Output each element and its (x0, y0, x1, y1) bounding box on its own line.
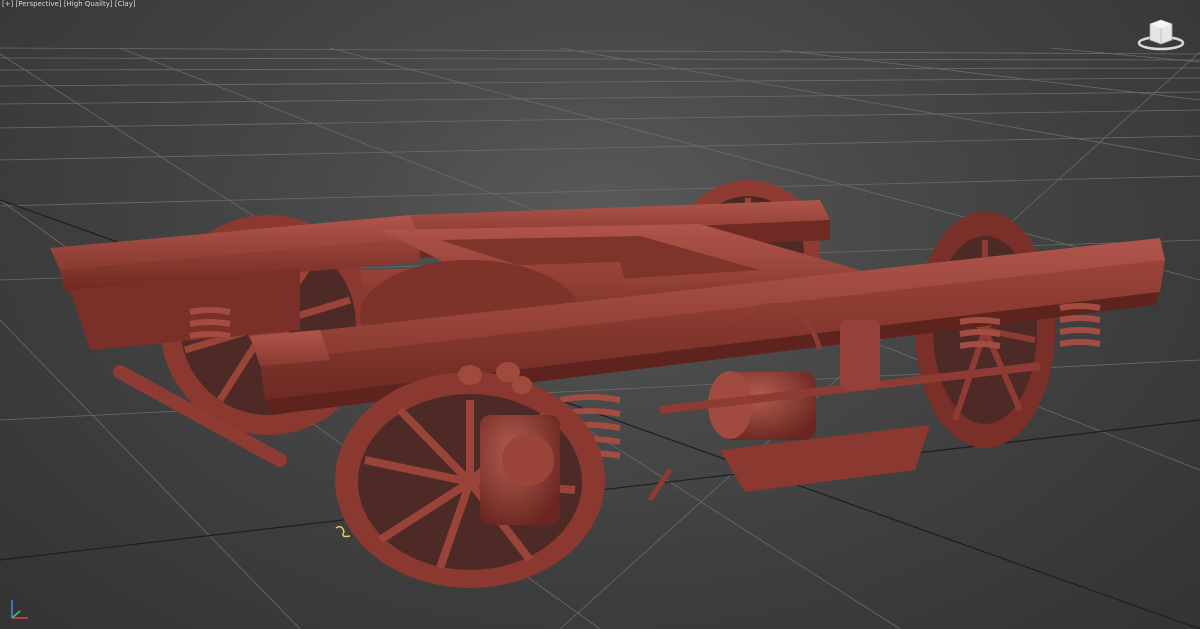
viewport-label-bar: [+] [Perspective] [High Quality] [Clay] (0, 0, 138, 9)
bogie-model[interactable] (50, 180, 1165, 588)
viewcube[interactable] (1136, 16, 1186, 52)
perspective-viewport[interactable]: [+] [Perspective] [High Quality] [Clay] (0, 0, 1200, 629)
viewport-quality-menu[interactable]: [High Quality] (64, 0, 113, 8)
viewport-view-menu[interactable]: [Perspective] (16, 0, 62, 8)
front-right-wheel (335, 372, 605, 588)
pivot-gizmo[interactable] (335, 525, 351, 538)
viewport-shading-menu[interactable]: [Clay] (115, 0, 136, 8)
axis-tripod-icon (11, 600, 28, 619)
viewport-plus-menu[interactable]: [+] (2, 0, 13, 8)
scene-canvas[interactable] (0, 0, 1200, 629)
